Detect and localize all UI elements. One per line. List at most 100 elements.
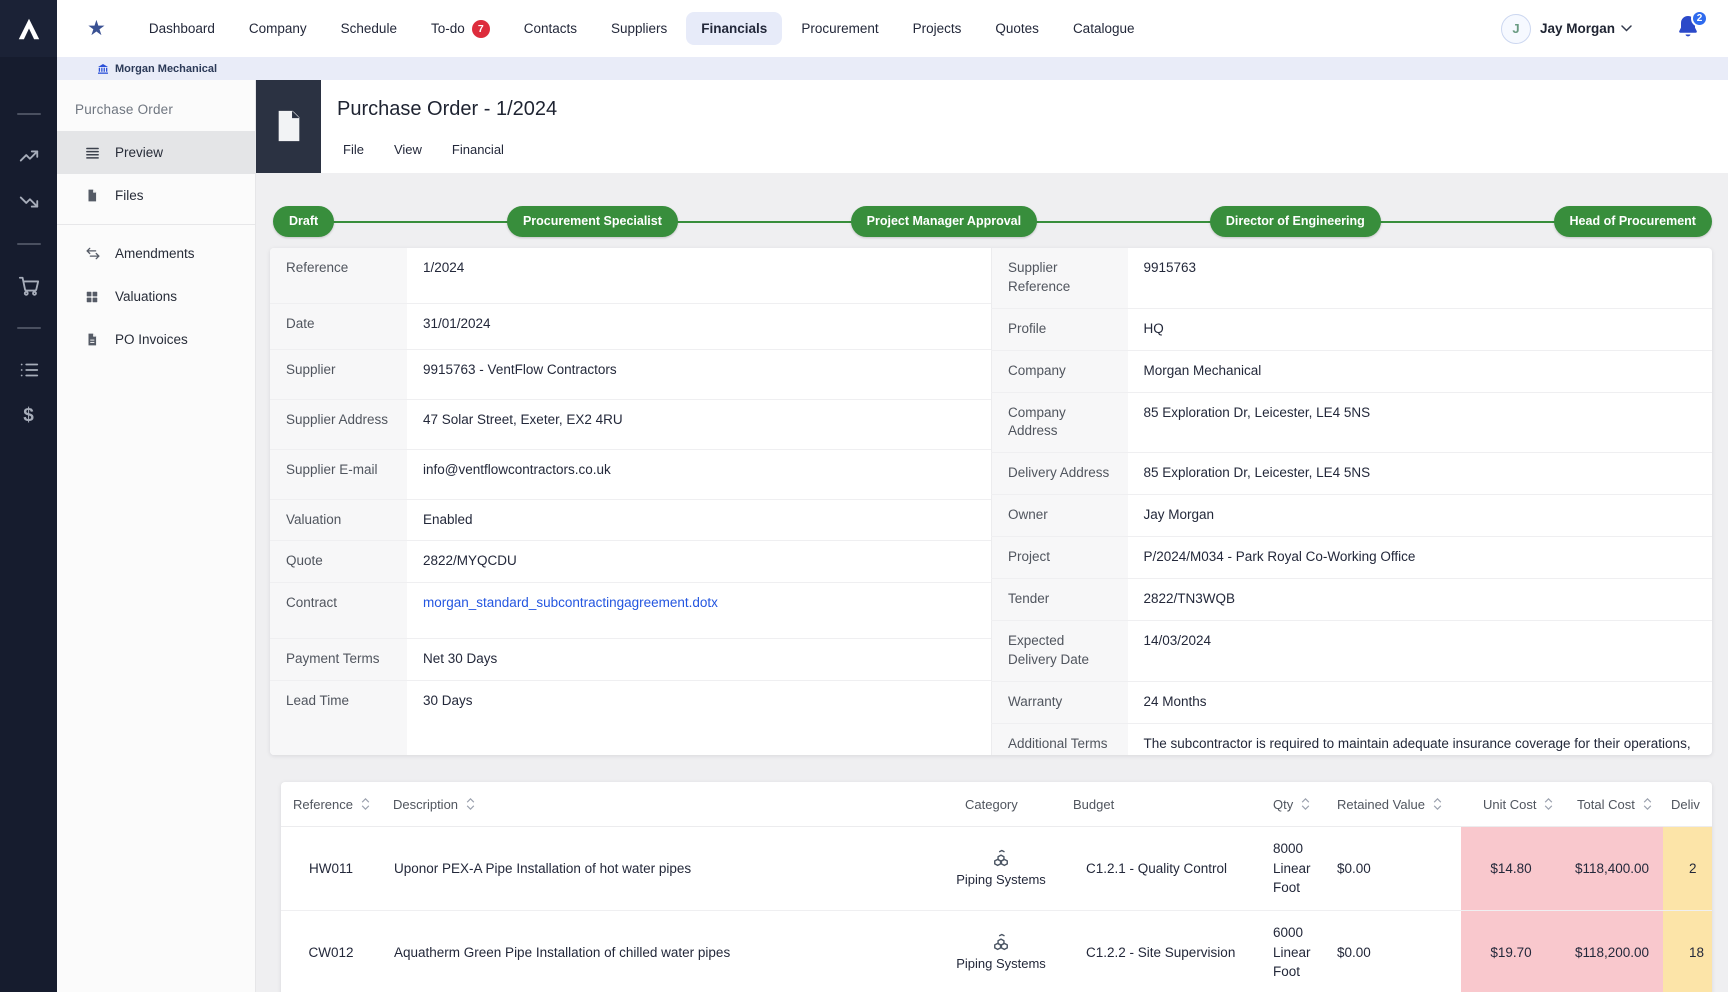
nav-label: Suppliers (611, 21, 667, 36)
nav-item-company[interactable]: Company (234, 12, 322, 45)
sidebar-item-files[interactable]: Files (57, 174, 255, 217)
detail-row: Lead Time30 Days (270, 681, 991, 755)
nav-item-quotes[interactable]: Quotes (980, 12, 1054, 45)
item-description: Uponor PEX-A Pipe Installation of hot wa… (381, 827, 941, 910)
column-header-retained-value[interactable]: Retained Value (1331, 782, 1461, 826)
workflow-stage-head-of-procurement[interactable]: Head of Procurement (1554, 206, 1712, 237)
item-description: Aquatherm Green Pipe Installation of chi… (381, 911, 941, 992)
notifications-bell[interactable]: 2 (1676, 14, 1702, 44)
workflow-stage-director-of-engineering[interactable]: Director of Engineering (1210, 206, 1381, 237)
item-retained-value: $0.00 (1331, 827, 1461, 910)
sidebar-item-preview[interactable]: Preview (57, 131, 255, 174)
sidebar-title: Purchase Order (57, 80, 255, 131)
item-delivered: 2 (1663, 827, 1712, 910)
item-budget: C1.2.2 - Site Supervision (1061, 911, 1251, 992)
menu-lines-icon (85, 145, 101, 160)
menu-view[interactable]: View (394, 142, 422, 157)
column-header-total-cost[interactable]: Total Cost (1561, 782, 1663, 826)
detail-label: Date (270, 303, 407, 349)
sort-icon (466, 798, 475, 810)
column-label: Total Cost (1577, 797, 1635, 812)
chevron-down-icon[interactable] (1621, 25, 1632, 32)
sidebar-item-label: Amendments (115, 246, 195, 261)
sidebar-divider (57, 224, 255, 225)
nav-item-financials[interactable]: Financials (686, 12, 782, 45)
avatar[interactable]: J (1501, 14, 1531, 44)
sort-icon (1544, 798, 1553, 810)
detail-label: Owner (992, 495, 1128, 537)
nav-item-todo[interactable]: To-do7 (416, 11, 505, 47)
column-header-reference[interactable]: Reference (281, 782, 381, 826)
detail-label: Supplier Address (270, 399, 407, 449)
nav-item-dashboard[interactable]: Dashboard (134, 12, 230, 45)
logo-a-icon (16, 16, 42, 42)
po-sidebar: Purchase Order Preview Files Amendments … (57, 80, 256, 992)
detail-label: Valuation (270, 499, 407, 541)
column-header-description[interactable]: Description (381, 782, 941, 826)
dollar-icon[interactable]: $ (16, 403, 42, 429)
trending-down-icon[interactable] (16, 189, 42, 215)
nav-item-contacts[interactable]: Contacts (509, 12, 592, 45)
item-unit-cost: $19.70 (1461, 911, 1561, 992)
sidebar-item-valuations[interactable]: Valuations (57, 275, 255, 318)
user-area: J Jay Morgan 2 (1501, 14, 1702, 44)
detail-value: 2822/TN3WQB (1128, 579, 1713, 621)
breadcrumb-bar: Morgan Mechanical (57, 57, 1728, 80)
item-category: Piping Systems (941, 911, 1061, 992)
favorite-star-icon[interactable]: ★ (87, 16, 106, 41)
item-category: Piping Systems (941, 827, 1061, 910)
trending-up-icon[interactable] (16, 143, 42, 169)
column-header-unit-cost[interactable]: Unit Cost (1461, 782, 1561, 826)
detail-value: 9915763 (1128, 248, 1713, 308)
detail-value: 85 Exploration Dr, Leicester, LE4 5NS (1128, 392, 1713, 453)
detail-row: Company Address85 Exploration Dr, Leices… (992, 392, 1713, 453)
todo-count-badge: 7 (472, 20, 490, 38)
column-label: Reference (293, 797, 353, 812)
detail-label: Supplier (270, 349, 407, 399)
detail-label: Company (992, 350, 1128, 392)
item-reference: CW012 (281, 911, 381, 992)
detail-row: CompanyMorgan Mechanical (992, 350, 1713, 392)
detail-label: Company Address (992, 392, 1128, 453)
line-item-row[interactable]: CW012 Aquatherm Green Pipe Installation … (281, 911, 1712, 992)
details-table-left: Reference1/2024 Date31/01/2024 Supplier9… (270, 248, 991, 755)
column-header-budget: Budget (1061, 782, 1251, 826)
nav-label: Dashboard (149, 21, 215, 36)
nav-label: Schedule (341, 21, 397, 36)
detail-row: Additional TermsThe subcontractor is req… (992, 723, 1713, 755)
item-total-cost: $118,400.00 (1561, 827, 1663, 910)
nav-item-suppliers[interactable]: Suppliers (596, 12, 682, 45)
column-label: Description (393, 797, 458, 812)
workflow-stage-project-manager-approval[interactable]: Project Manager Approval (851, 206, 1037, 237)
rail-divider (17, 113, 41, 115)
detail-row: Payment TermsNet 30 Days (270, 639, 991, 681)
nav-item-catalogue[interactable]: Catalogue (1058, 12, 1150, 45)
sidebar-item-amendments[interactable]: Amendments (57, 232, 255, 275)
nav-item-projects[interactable]: Projects (898, 12, 977, 45)
menu-financial[interactable]: Financial (452, 142, 504, 157)
line-item-row[interactable]: HW011 Uponor PEX-A Pipe Installation of … (281, 827, 1712, 911)
column-label: Deliv (1671, 797, 1700, 812)
rail-divider (17, 243, 41, 245)
detail-value: The subcontractor is required to maintai… (1128, 723, 1713, 755)
line-items-header: Reference Description Category Budget Qt… (281, 782, 1712, 827)
grid-icon (85, 290, 101, 304)
user-name[interactable]: Jay Morgan (1540, 21, 1615, 36)
menu-file[interactable]: File (343, 142, 364, 157)
detail-row: Expected Delivery Date14/03/2024 (992, 620, 1713, 681)
workflow-stage-draft[interactable]: Draft (273, 206, 334, 237)
column-header-delivery: Deliv (1663, 782, 1712, 826)
nav-item-schedule[interactable]: Schedule (326, 12, 412, 45)
column-header-qty[interactable]: Qty (1251, 782, 1331, 826)
sidebar-item-po-invoices[interactable]: PO Invoices (57, 318, 255, 361)
workflow-stage-procurement-specialist[interactable]: Procurement Specialist (507, 206, 678, 237)
file-text-icon (85, 332, 101, 347)
app-logo[interactable] (0, 0, 57, 57)
cart-icon[interactable] (16, 273, 42, 299)
swap-arrows-icon (85, 247, 101, 260)
nav-item-procurement[interactable]: Procurement (786, 12, 893, 45)
contract-file-link[interactable]: morgan_standard_subcontractingagreement.… (423, 595, 718, 610)
list-icon[interactable] (16, 357, 42, 383)
document-type-tile (256, 80, 321, 173)
breadcrumb[interactable]: Morgan Mechanical (97, 63, 217, 75)
